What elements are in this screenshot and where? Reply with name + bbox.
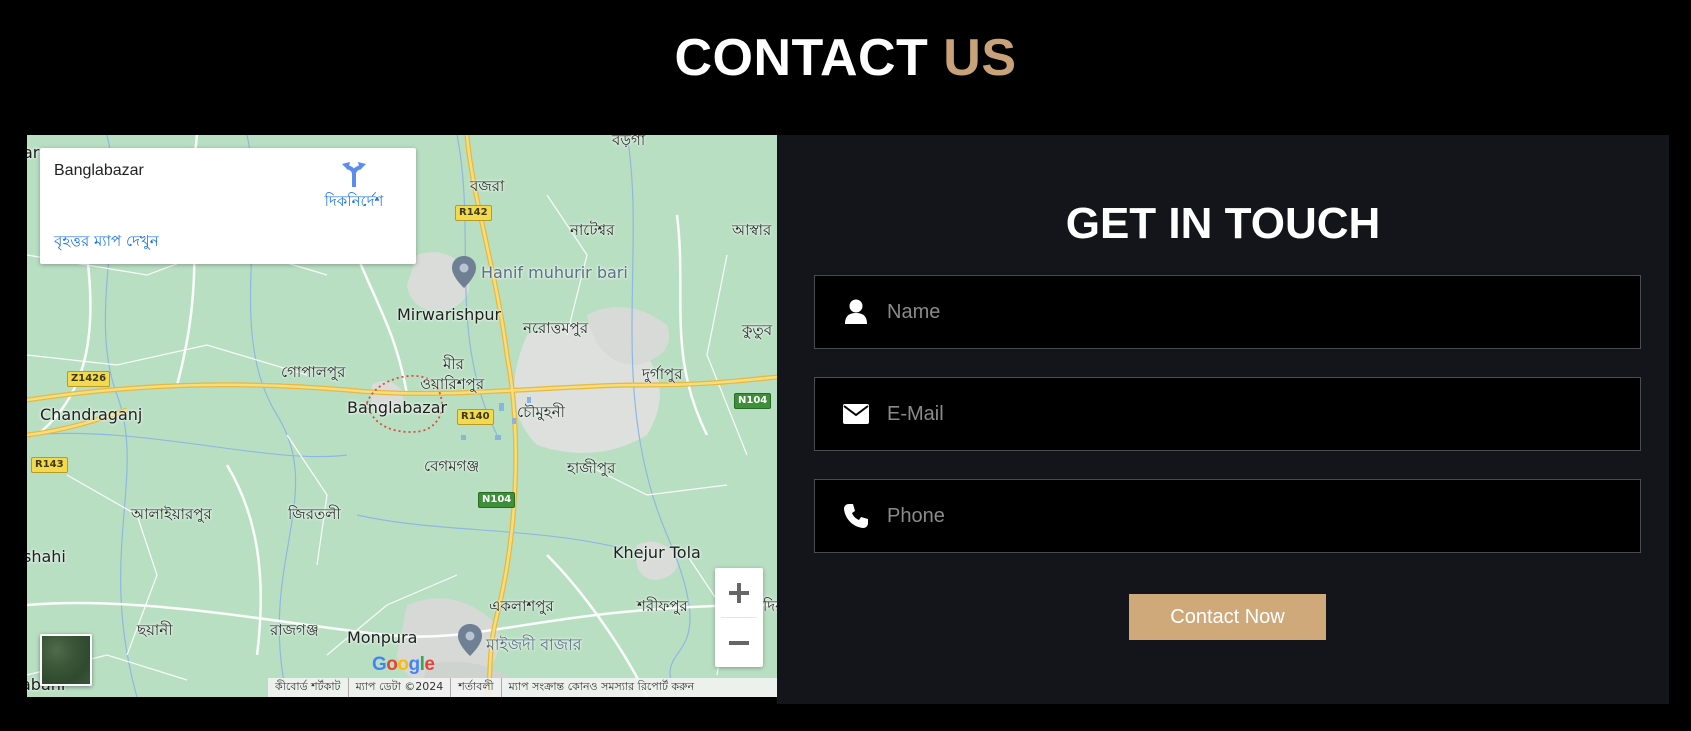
road-shield: N104 — [478, 492, 516, 508]
map-label: ওয়ারিশপুর — [420, 375, 485, 393]
map-label: Mirwarishpur — [397, 305, 502, 324]
form-title: GET IN TOUCH — [1065, 199, 1381, 248]
keyboard-shortcuts-link[interactable]: কীবোর্ড শর্টকাট — [268, 678, 349, 697]
map-label: আস্বার — [732, 221, 772, 239]
contact-now-button[interactable]: Contact Now — [1129, 594, 1326, 640]
map-label: একলাশপুর — [489, 597, 554, 615]
zoom-out-button[interactable] — [715, 618, 763, 667]
map-label: হাজীপুর — [567, 459, 616, 477]
logo-letter: G — [372, 654, 387, 675]
name-field[interactable] — [814, 275, 1641, 349]
poi-label: মাইজদী বাজার — [486, 635, 582, 654]
title-main: CONTACT — [674, 29, 929, 87]
map-label: নরোত্তমপুর — [523, 319, 589, 337]
map-label: ar — [27, 143, 40, 162]
map-label: বেগমগঞ্জ — [424, 457, 480, 475]
map-label: আলাইয়ারপুর — [131, 505, 212, 523]
logo-letter: g — [408, 654, 421, 675]
logo-letter: o — [386, 654, 398, 675]
map-info-card: Banglabazar দিকনির্দেশ বৃহত্তর ম্যাপ দেখ… — [40, 148, 416, 264]
satellite-toggle-button[interactable] — [40, 634, 92, 686]
contact-form-panel: GET IN TOUCH Contact Now — [777, 135, 1669, 704]
map-data-credit: ম্যাপ ডেটা ©2024 — [349, 678, 452, 697]
larger-map-link[interactable]: বৃহত্তর ম্যাপ দেখুন — [54, 230, 159, 255]
phone-input[interactable] — [887, 480, 1640, 552]
map-label: ছয়ানী — [137, 621, 173, 639]
map-pin-icon[interactable] — [457, 623, 483, 657]
email-field[interactable] — [814, 377, 1641, 451]
road-shield: N104 — [734, 393, 772, 409]
map-label: জিরতলী — [288, 505, 341, 523]
phone-icon — [839, 501, 873, 531]
directions-button[interactable]: দিকনির্দেশ — [314, 160, 394, 215]
map-label: বড়গা — [612, 135, 646, 149]
map-label: চৌমুহনী — [517, 403, 565, 421]
map-label: shahi — [27, 547, 66, 566]
directions-label: দিকনির্দেশ — [324, 192, 384, 210]
map-label: দুর্গাপুর — [642, 365, 683, 383]
minus-icon — [729, 640, 749, 645]
map-label: Chandraganj — [40, 405, 143, 424]
map-label: শরীফপুর — [637, 597, 688, 615]
title-accent: US — [943, 29, 1017, 87]
road-shield: Z1426 — [67, 371, 111, 387]
poi-label: Hanif muhurir bari — [481, 263, 628, 282]
plus-icon — [729, 582, 749, 603]
map-label: রাজগঞ্জ — [270, 621, 319, 639]
map-label: দির — [763, 597, 777, 615]
terms-link[interactable]: শর্তাবলী — [451, 678, 502, 697]
map-attribution-bar: কীবোর্ড শর্টকাট ম্যাপ ডেটা ©2024 শর্তাবল… — [268, 678, 777, 697]
map-place-name: Banglabazar — [54, 162, 144, 179]
zoom-controls — [715, 568, 763, 667]
map-label: বজরা — [470, 177, 505, 195]
map-label: Khejur Tola — [613, 543, 701, 562]
report-problem-link[interactable]: ম্যাপ সংক্রান্ত কোনও সমস্যার রিপোর্ট করু… — [502, 678, 701, 697]
page-title: CONTACT US — [0, 28, 1691, 88]
envelope-icon — [839, 399, 873, 429]
logo-letter: e — [424, 654, 435, 675]
road-shield: R140 — [457, 409, 494, 425]
name-input[interactable] — [887, 276, 1640, 348]
zoom-in-button[interactable] — [715, 568, 763, 617]
road-shield: R142 — [455, 205, 492, 221]
email-input[interactable] — [887, 378, 1640, 450]
map-label: নাটেশ্বর — [570, 221, 615, 239]
directions-icon — [342, 162, 366, 187]
map-label: কুতুব — [742, 321, 773, 339]
map-label: গোপালপুর — [281, 363, 346, 381]
logo-letter: o — [397, 654, 409, 675]
embedded-map[interactable]: বড়গা বজরা নাটেশ্বর আস্বার Hanif muhurir… — [27, 135, 777, 697]
road-shield: R143 — [31, 457, 68, 473]
google-logo: Google — [372, 654, 435, 676]
map-label: Banglabazar — [347, 398, 448, 417]
user-icon — [839, 297, 873, 327]
map-pin-icon[interactable] — [451, 255, 477, 289]
phone-field[interactable] — [814, 479, 1641, 553]
map-label: Monpura — [347, 628, 418, 647]
